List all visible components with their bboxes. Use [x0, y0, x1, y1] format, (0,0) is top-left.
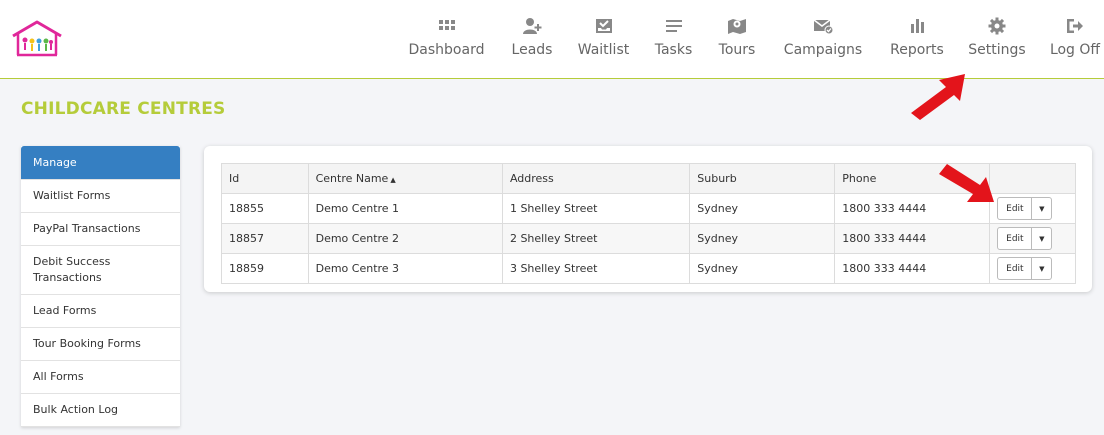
dropdown-caret-icon[interactable]: ▼	[1032, 197, 1053, 220]
edit-button-group: Edit ▼	[997, 257, 1068, 280]
dropdown-caret-icon[interactable]: ▼	[1032, 227, 1053, 250]
edit-button[interactable]: Edit	[997, 197, 1033, 220]
nav-label: Waitlist	[577, 42, 630, 58]
sidebar-item-tour-booking-forms[interactable]: Tour Booking Forms	[21, 328, 180, 361]
top-bar: Dashboard Leads Waitlist Tasks Tours Cam…	[0, 0, 1104, 79]
nav-leads[interactable]: Leads	[510, 16, 554, 66]
cell-address: 3 Shelley Street	[501, 253, 691, 284]
cell-address: 1 Shelley Street	[501, 193, 691, 224]
sidebar-item-paypal-transactions[interactable]: PayPal Transactions	[21, 213, 180, 246]
nav-label: Dashboard	[408, 42, 485, 58]
sidebar-item-bulk-action-log[interactable]: Bulk Action Log	[21, 394, 180, 427]
cell-centre-name: Demo Centre 2	[307, 223, 503, 254]
cell-centre-name: Demo Centre 1	[307, 193, 503, 224]
gear-icon	[988, 17, 1006, 35]
add-user-icon	[523, 18, 542, 34]
mail-check-icon	[813, 19, 833, 35]
column-header-actions	[989, 163, 1076, 194]
nav-label: Settings	[968, 42, 1026, 58]
cell-centre-name: Demo Centre 3	[307, 253, 503, 284]
edit-button-group: Edit ▼	[997, 197, 1068, 220]
column-header-id[interactable]: Id	[221, 163, 309, 194]
table-row: 18859 Demo Centre 3 3 Shelley Street Syd…	[221, 253, 1076, 284]
column-header-centre-name[interactable]: Centre Name ▲	[307, 163, 503, 194]
cell-phone: 1800 333 4444	[834, 253, 991, 284]
nav-label: Reports	[890, 42, 944, 58]
annotation-arrow-icon	[939, 164, 994, 202]
annotation-arrow-icon	[911, 74, 965, 120]
sidebar-item-debit-success-transactions[interactable]: Debit Success Transactions	[21, 246, 180, 295]
nav-label: Campaigns	[783, 42, 863, 58]
nav-dashboard[interactable]: Dashboard	[406, 16, 487, 66]
nav-settings[interactable]: Settings	[968, 16, 1026, 66]
cell-id: 18859	[221, 253, 309, 284]
sort-ascending-icon: ▲	[390, 176, 396, 184]
cell-id: 18855	[221, 193, 309, 224]
sidebar-item-lead-forms[interactable]: Lead Forms	[21, 295, 180, 328]
main-nav: Dashboard Leads Waitlist Tasks Tours Cam…	[0, 0, 1104, 79]
sidebar-item-waitlist-forms[interactable]: Waitlist Forms	[21, 180, 180, 213]
column-header-label: Id	[229, 172, 240, 185]
table-row: 18857 Demo Centre 2 2 Shelley Street Syd…	[221, 223, 1076, 254]
column-header-label: Phone	[842, 172, 877, 185]
bar-chart-icon	[911, 19, 924, 33]
cell-actions: Edit ▼	[989, 253, 1076, 284]
grid-icon	[438, 20, 455, 30]
cell-suburb: Sydney	[689, 253, 836, 284]
column-header-label: Suburb	[697, 172, 737, 185]
cell-actions: Edit ▼	[989, 193, 1076, 224]
nav-label: Tasks	[654, 42, 693, 58]
column-header-suburb[interactable]: Suburb	[689, 163, 836, 194]
nav-tours[interactable]: Tours	[717, 16, 757, 66]
edit-button[interactable]: Edit	[997, 257, 1033, 280]
nav-campaigns[interactable]: Campaigns	[780, 16, 866, 66]
page-title: CHILDCARE CENTRES	[21, 99, 226, 119]
sidebar-menu: Manage Waitlist Forms PayPal Transaction…	[21, 146, 180, 427]
nav-reports[interactable]: Reports	[889, 16, 945, 66]
sidebar-item-manage[interactable]: Manage	[21, 146, 180, 180]
cell-suburb: Sydney	[689, 193, 836, 224]
edit-button[interactable]: Edit	[997, 227, 1033, 250]
nav-label: Log Off	[1049, 42, 1101, 58]
cell-address: 2 Shelley Street	[501, 223, 691, 254]
column-header-address[interactable]: Address	[501, 163, 691, 194]
nav-waitlist[interactable]: Waitlist	[577, 16, 630, 66]
sidebar-item-all-forms[interactable]: All Forms	[21, 361, 180, 394]
nav-label: Leads	[511, 42, 553, 58]
map-pin-icon	[728, 19, 746, 34]
column-header-label: Address	[509, 172, 554, 185]
nav-tasks[interactable]: Tasks	[653, 16, 694, 66]
edit-button-group: Edit ▼	[997, 227, 1068, 250]
cell-phone: 1800 333 4444	[834, 223, 991, 254]
dropdown-caret-icon[interactable]: ▼	[1032, 257, 1053, 280]
inbox-check-icon	[595, 19, 612, 33]
cell-suburb: Sydney	[689, 223, 836, 254]
logout-icon	[1067, 19, 1083, 33]
nav-label: Tours	[718, 42, 756, 58]
cell-actions: Edit ▼	[989, 223, 1076, 254]
cell-id: 18857	[221, 223, 309, 254]
column-header-label: Centre Name	[315, 172, 389, 185]
nav-log-off[interactable]: Log Off	[1050, 16, 1100, 66]
list-icon	[665, 20, 682, 32]
